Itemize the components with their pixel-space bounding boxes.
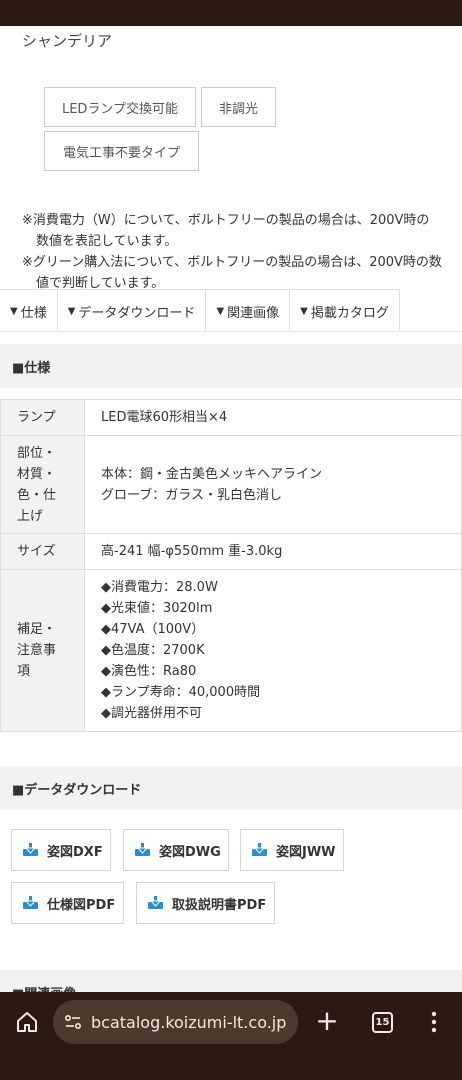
download-icon [148, 896, 163, 909]
home-icon[interactable] [15, 1010, 39, 1034]
download-label: 取扱説明書PDF [172, 897, 267, 913]
product-category: シャンデリア [22, 32, 113, 50]
download-label: 仕様図PDF [47, 897, 116, 913]
triangle-down-icon: ▼ [10, 305, 18, 317]
spec-value-line: グローブ：ガラス・乳白色消し [101, 487, 282, 503]
tab-label: データダウンロード [78, 305, 196, 321]
tab-label: 関連画像 [227, 305, 280, 321]
spec-value-line: ◆47VA（100V） [101, 622, 205, 637]
menu-icon[interactable] [430, 1010, 438, 1034]
note-power: ※消費電力（W）について、ボルトフリーの製品の場合は、200V時の数値を表記して… [22, 213, 430, 249]
spec-value-line: 本体：鋼・金古美色メッキヘアライン [101, 466, 323, 482]
table-row: 補足・注意事項 ◆消費電力：28.0W ◆光束値：3020lm ◆47VA（10… [0, 569, 462, 732]
table-row: 部位・材質・色・仕上げ 本体：鋼・金古美色メッキヘアライン グローブ：ガラス・乳… [0, 435, 462, 534]
spec-value-line: ◆演色性：Ra80 [101, 664, 197, 679]
spec-label: ランプ [0, 399, 85, 436]
spec-value-line: ◆光束値：3020lm [101, 601, 213, 616]
new-tab-icon[interactable]: + [314, 1006, 340, 1036]
download-icon [23, 896, 38, 909]
address-bar[interactable]: bcatalog.koizumi-lt.co.jp [53, 1000, 298, 1044]
tab-switcher-icon[interactable]: 15 [372, 1012, 393, 1033]
triangle-down-icon: ▼ [67, 305, 76, 317]
spec-value: 高-241 幅-φ550mm 重-3.0kg [84, 533, 462, 570]
tab-catalogs[interactable]: ▼ 掲載カタログ [290, 290, 400, 332]
tab-spec[interactable]: ▼ 仕様 [0, 290, 58, 332]
spec-label: 部位・材質・色・仕上げ [0, 435, 85, 534]
spec-heading: ■仕様 [0, 344, 462, 388]
spec-value: LED電球60形相当×4 [84, 399, 462, 436]
download-label: 姿図DXF [47, 844, 103, 860]
triangle-down-icon: ▼ [216, 305, 225, 317]
triangle-down-icon: ▼ [300, 305, 308, 317]
spec-value-line: ◆色温度：2700K [101, 643, 205, 658]
tag-no-wiring-work: 電気工事不要タイプ [44, 131, 199, 171]
download-icon [252, 843, 267, 856]
tag-non-dimmable: 非調光 [201, 87, 276, 127]
download-jww-button[interactable]: 姿図JWW [240, 829, 344, 871]
site-settings-icon[interactable] [63, 1012, 83, 1032]
tab-related-images[interactable]: ▼ 関連画像 [206, 290, 291, 332]
spec-value-line: LED電球60形相当×4 [101, 410, 228, 425]
product-page: シャンデリア LEDランプ交換可能 非調光 電気工事不要タイプ ※消費電力（W）… [0, 26, 462, 992]
notes: ※消費電力（W）について、ボルトフリーの製品の場合は、200V時の数値を表記して… [22, 210, 442, 294]
download-label: 姿図JWW [276, 844, 336, 860]
spec-value-line: ◆調光器併用不可 [101, 706, 202, 721]
spec-value: ◆消費電力：28.0W ◆光束値：3020lm ◆47VA（100V） ◆色温度… [84, 569, 462, 732]
related-images-heading: ■関連画像 [0, 970, 462, 992]
note-green-purchase: ※グリーン購入法について、ボルトフリーの製品の場合は、200V時の数値で判断して… [22, 255, 442, 291]
tab-data-download[interactable]: ▼ データダウンロード [58, 290, 207, 332]
table-row: サイズ 高-241 幅-φ550mm 重-3.0kg [0, 533, 462, 570]
spec-table: ランプ LED電球60形相当×4 部位・材質・色・仕上げ 本体：鋼・金古美色メッ… [0, 399, 462, 732]
download-manual-pdf-button[interactable]: 取扱説明書PDF [136, 882, 275, 924]
browser-toolbar: bcatalog.koizumi-lt.co.jp + 15 [0, 992, 462, 1080]
status-bar [0, 0, 462, 26]
tab-label: 掲載カタログ [310, 305, 389, 321]
download-spec-pdf-button[interactable]: 仕様図PDF [11, 882, 124, 924]
url-text: bcatalog.koizumi-lt.co.jp [91, 1012, 287, 1032]
spec-value-line: 高-241 幅-φ550mm 重-3.0kg [101, 544, 283, 559]
tag-led-replaceable: LEDランプ交換可能 [44, 87, 196, 127]
table-row: ランプ LED電球60形相当×4 [0, 399, 462, 436]
download-icon [135, 843, 150, 856]
download-dxf-button[interactable]: 姿図DXF [11, 829, 111, 871]
download-icon [23, 843, 38, 856]
spec-label: 補足・注意事項 [0, 569, 85, 732]
section-tabs: ▼ 仕様 ▼ データダウンロード ▼ 関連画像 ▼ 掲載カタログ [0, 289, 400, 332]
spec-value-line: ◆消費電力：28.0W [101, 580, 218, 595]
download-label: 姿図DWG [159, 844, 221, 860]
spec-value: 本体：鋼・金古美色メッキヘアライン グローブ：ガラス・乳白色消し [84, 435, 462, 534]
download-heading: ■データダウンロード [0, 766, 462, 810]
download-dwg-button[interactable]: 姿図DWG [123, 829, 229, 871]
tab-label: 仕様 [20, 305, 47, 321]
spec-value-line: ◆ランプ寿命：40,000時間 [101, 685, 261, 700]
spec-label: サイズ [0, 533, 85, 570]
divider [0, 331, 462, 332]
tab-count: 15 [375, 1017, 390, 1028]
